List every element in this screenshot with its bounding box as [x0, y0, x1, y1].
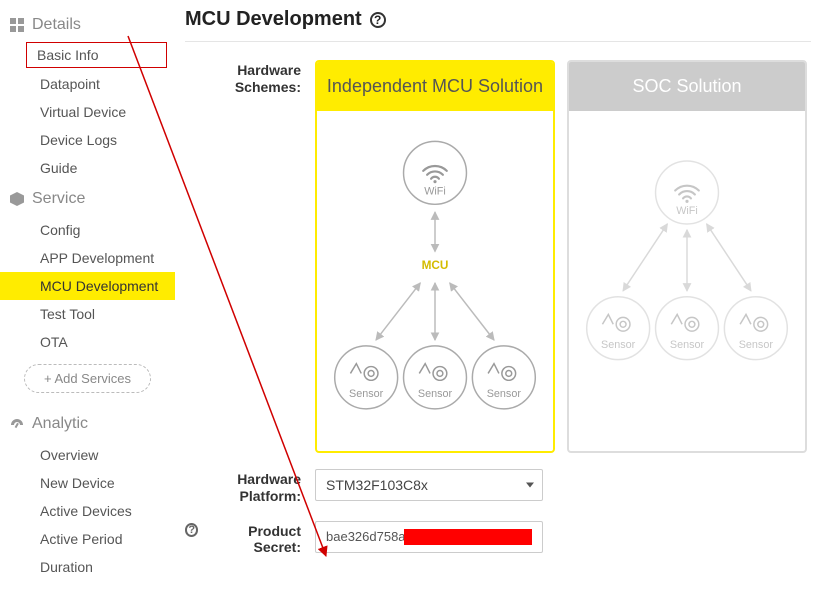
scheme-card-mcu[interactable]: Independent MCU Solution WiFi MCU: [315, 60, 555, 453]
sidebar-item-ota[interactable]: OTA: [0, 328, 175, 356]
hw-schemes-label: Hardware Schemes:: [185, 60, 315, 96]
divider: [185, 41, 811, 42]
scheme-title: SOC Solution: [569, 62, 805, 111]
svg-text:Sensor: Sensor: [487, 388, 522, 400]
sidebar-item-datapoint[interactable]: Datapoint: [0, 70, 175, 98]
sensor-node: Sensor: [656, 297, 719, 360]
cube-icon: [10, 192, 24, 206]
svg-text:Sensor: Sensor: [418, 388, 453, 400]
sidebar-item-duration[interactable]: Duration: [0, 553, 175, 581]
section-details: Details: [0, 8, 175, 42]
product-secret-input[interactable]: bae326d758a: [315, 521, 543, 553]
sidebar: Details Basic Info Datapoint Virtual Dev…: [0, 0, 175, 589]
svg-text:Sensor: Sensor: [739, 339, 774, 351]
caret-down-icon: [526, 483, 534, 488]
sidebar-item-mcu-development[interactable]: MCU Development: [0, 272, 175, 300]
page-title: MCU Development ?: [185, 4, 811, 41]
sidebar-item-active-devices[interactable]: Active Devices: [0, 497, 175, 525]
sensor-node: Sensor: [724, 297, 787, 360]
main-content: MCU Development ? Hardware Schemes: Inde…: [175, 0, 831, 592]
svg-text:Sensor: Sensor: [601, 339, 636, 351]
svg-text:Sensor: Sensor: [670, 339, 705, 351]
sensor-node: Sensor: [587, 297, 650, 360]
secret-visible: bae326d758a: [326, 529, 406, 544]
section-service: Service: [0, 182, 175, 216]
page-title-text: MCU Development: [185, 8, 362, 31]
add-services-button[interactable]: + Add Services: [24, 364, 151, 393]
svg-text:Sensor: Sensor: [349, 388, 384, 400]
help-icon[interactable]: ?: [370, 12, 386, 28]
sidebar-item-overview[interactable]: Overview: [0, 441, 175, 469]
sidebar-item-config[interactable]: Config: [0, 216, 175, 244]
sensor-node: Sensor: [472, 346, 535, 409]
product-secret-label: ? Product Secret:: [185, 521, 315, 557]
section-label: Analytic: [32, 415, 88, 433]
svg-text:WiFi: WiFi: [676, 205, 698, 217]
gauge-icon: [10, 417, 24, 431]
svg-text:MCU: MCU: [422, 258, 449, 272]
section-label: Service: [32, 190, 85, 208]
sidebar-item-test-tool[interactable]: Test Tool: [0, 300, 175, 328]
sidebar-item-app-development[interactable]: APP Development: [0, 244, 175, 272]
help-icon[interactable]: ?: [185, 523, 198, 537]
sidebar-item-basic-info[interactable]: Basic Info: [26, 42, 167, 68]
sensor-node: Sensor: [404, 346, 467, 409]
scheme-card-soc[interactable]: SOC Solution WiFi Sensor Sensor Sensor: [567, 60, 807, 453]
svg-text:WiFi: WiFi: [424, 185, 446, 197]
sidebar-item-new-device[interactable]: New Device: [0, 469, 175, 497]
hw-platform-label: Hardware Platform:: [185, 469, 315, 505]
section-analytic: Analytic: [0, 407, 175, 441]
scheme-title: Independent MCU Solution: [317, 62, 553, 111]
sidebar-item-active-period[interactable]: Active Period: [0, 525, 175, 553]
redacted-block: [404, 529, 532, 545]
sidebar-item-guide[interactable]: Guide: [0, 154, 175, 182]
sensor-node: Sensor: [335, 346, 398, 409]
sidebar-item-virtual-device[interactable]: Virtual Device: [0, 98, 175, 126]
section-label: Details: [32, 16, 81, 34]
sidebar-item-device-logs[interactable]: Device Logs: [0, 126, 175, 154]
grid-icon: [10, 18, 24, 32]
hw-platform-select[interactable]: STM32F103C8x: [315, 469, 543, 501]
select-value: STM32F103C8x: [326, 477, 428, 493]
